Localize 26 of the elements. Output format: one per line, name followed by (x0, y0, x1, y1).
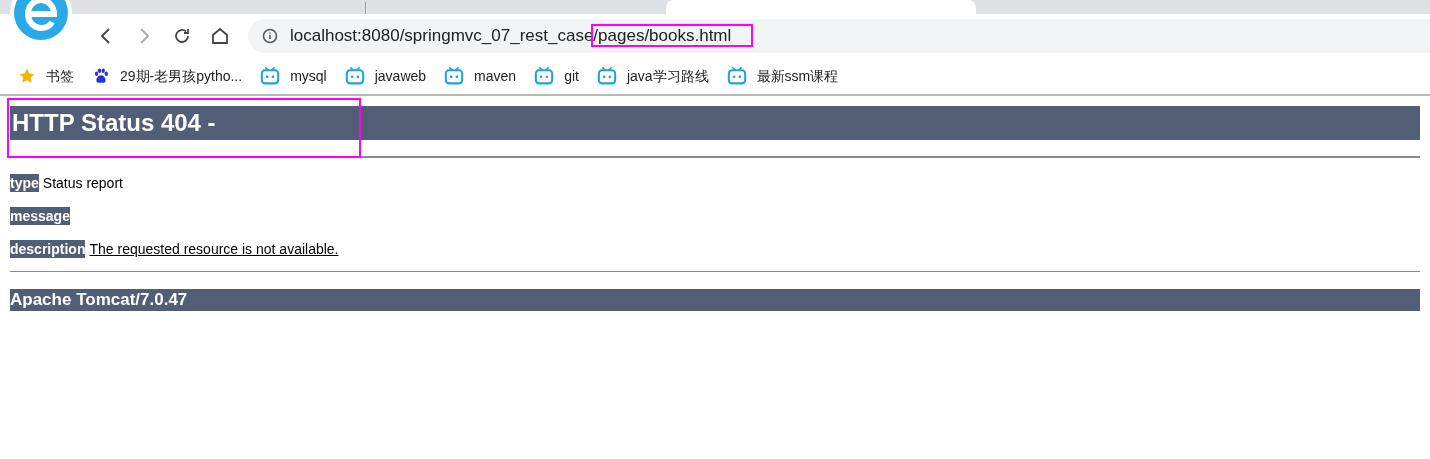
bookmark[interactable]: mysql (260, 65, 327, 87)
bookmark[interactable]: 29期-老男孩pytho... (92, 65, 243, 87)
field-label: message (10, 207, 70, 225)
tv-icon (726, 67, 747, 85)
field-label: type (10, 174, 39, 192)
bookmark[interactable]: 书签 (18, 65, 74, 87)
paw-icon (92, 67, 110, 85)
field-value: Status report (42, 173, 123, 193)
info-icon (262, 28, 278, 44)
home-icon[interactable] (210, 26, 230, 46)
reload-icon[interactable] (172, 26, 192, 46)
tv-icon (534, 67, 555, 85)
field-label: description (10, 240, 86, 258)
bookmark[interactable]: java学习路线 (596, 65, 709, 87)
bookmark[interactable]: javaweb (344, 65, 427, 87)
field-value: The requested resource is not available. (89, 239, 339, 259)
tv-icon (596, 67, 617, 85)
tv-icon (444, 67, 465, 85)
server-footer: Apache Tomcat/7.0.47 (10, 289, 1420, 311)
tv-icon (260, 67, 281, 85)
bookmark[interactable]: maven (444, 65, 517, 87)
tv-icon (344, 67, 365, 85)
bookmark[interactable]: git (534, 65, 579, 87)
page-heading: HTTP Status 404 - (10, 106, 1420, 140)
bookmark[interactable]: 最新ssm课程 (726, 65, 839, 87)
star-icon (18, 67, 36, 85)
